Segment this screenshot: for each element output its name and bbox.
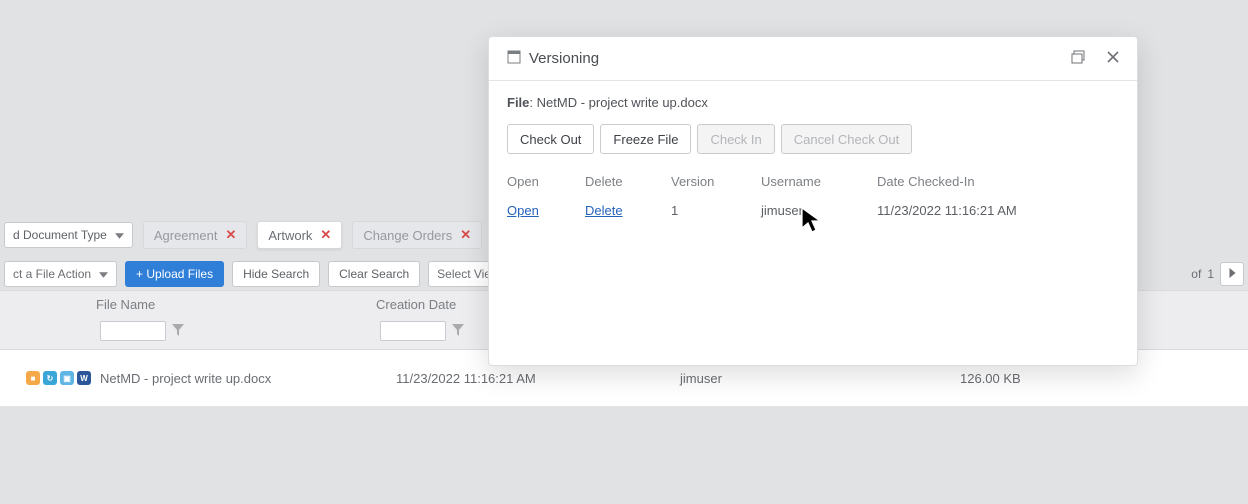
clear-search-button[interactable]: Clear Search (328, 261, 420, 287)
versions-table-header: Open Delete Version Username Date Checke… (507, 174, 1119, 189)
col-delete: Delete (585, 174, 671, 189)
versioning-dialog: Versioning File: NetMD - project write u… (488, 36, 1138, 366)
tab-agreement[interactable]: Agreement ✕ (143, 221, 248, 249)
check-in-button: Check In (697, 124, 774, 154)
filter-icon[interactable] (172, 324, 184, 339)
word-doc-icon: W (77, 371, 91, 385)
dialog-title: Versioning (529, 50, 599, 67)
creation-date-cell: 11/23/2022 11:16:21 AM (396, 371, 536, 386)
column-creation-date: Creation Date (376, 297, 456, 312)
version-username: jimuser (761, 203, 877, 218)
file-name-value: NetMD - project write up.docx (537, 95, 708, 110)
dialog-button-row: Check Out Freeze File Check In Cancel Ch… (507, 124, 1119, 154)
version-date: 11/23/2022 11:16:21 AM (877, 203, 1119, 218)
file-line: File: NetMD - project write up.docx (507, 95, 1119, 110)
tab-change-orders[interactable]: Change Orders ✕ (352, 221, 482, 249)
col-date: Date Checked-In (877, 174, 1119, 189)
username-cell: jimuser (680, 371, 722, 386)
window-icon (507, 50, 521, 68)
upload-files-button[interactable]: + Upload Files (125, 261, 224, 287)
tab-artwork[interactable]: Artwork ✕ (257, 221, 342, 249)
close-icon[interactable]: ✕ (225, 227, 236, 243)
dialog-header: Versioning (489, 37, 1137, 81)
delete-version-link[interactable]: Delete (585, 203, 623, 218)
file-label: File (507, 95, 529, 110)
document-type-select[interactable]: d Document Type (4, 222, 133, 248)
chevron-down-icon (99, 267, 108, 281)
close-icon[interactable]: ✕ (320, 227, 331, 243)
pager-next-button[interactable] (1220, 262, 1244, 286)
version-number: 1 (671, 203, 761, 218)
file-name-cell: NetMD - project write up.docx (100, 371, 271, 386)
action-icon[interactable]: ↻ (43, 371, 57, 385)
version-row: Open Delete 1 jimuser 11/23/2022 11:16:2… (507, 199, 1119, 221)
document-type-label: d Document Type (13, 228, 107, 242)
dialog-body: File: NetMD - project write up.docx Chec… (489, 81, 1137, 365)
col-username: Username (761, 174, 877, 189)
check-out-button[interactable]: Check Out (507, 124, 594, 154)
size-cell: 126.00 KB (960, 371, 1021, 386)
chevron-down-icon (115, 228, 124, 242)
filter-file-name-input[interactable] (100, 321, 166, 341)
file-action-select[interactable]: ct a File Action (4, 261, 117, 287)
pager-count: 1 (1207, 267, 1214, 281)
hide-search-button[interactable]: Hide Search (232, 261, 320, 287)
col-version: Version (671, 174, 761, 189)
tab-label: Artwork (268, 228, 312, 243)
tab-label: Change Orders (363, 228, 452, 243)
column-file-name: File Name (96, 297, 155, 312)
action-icon[interactable]: ■ (26, 371, 40, 385)
file-action-label: ct a File Action (13, 267, 91, 281)
chevron-right-icon (1229, 267, 1236, 281)
cancel-check-out-button: Cancel Check Out (781, 124, 913, 154)
tab-label: Agreement (154, 228, 218, 243)
maximize-icon[interactable] (1071, 50, 1085, 68)
freeze-file-button[interactable]: Freeze File (600, 124, 691, 154)
filter-creation-date-input[interactable] (380, 321, 446, 341)
open-version-link[interactable]: Open (507, 203, 539, 218)
close-icon[interactable] (1107, 50, 1119, 67)
col-open: Open (507, 174, 585, 189)
file-row-icons: ■ ↻ ▣ W (26, 371, 91, 385)
close-icon[interactable]: ✕ (460, 227, 471, 243)
pager: of 1 (1191, 258, 1244, 290)
action-icon[interactable]: ▣ (60, 371, 74, 385)
filter-icon[interactable] (452, 324, 464, 339)
pager-of-label: of (1191, 267, 1201, 281)
